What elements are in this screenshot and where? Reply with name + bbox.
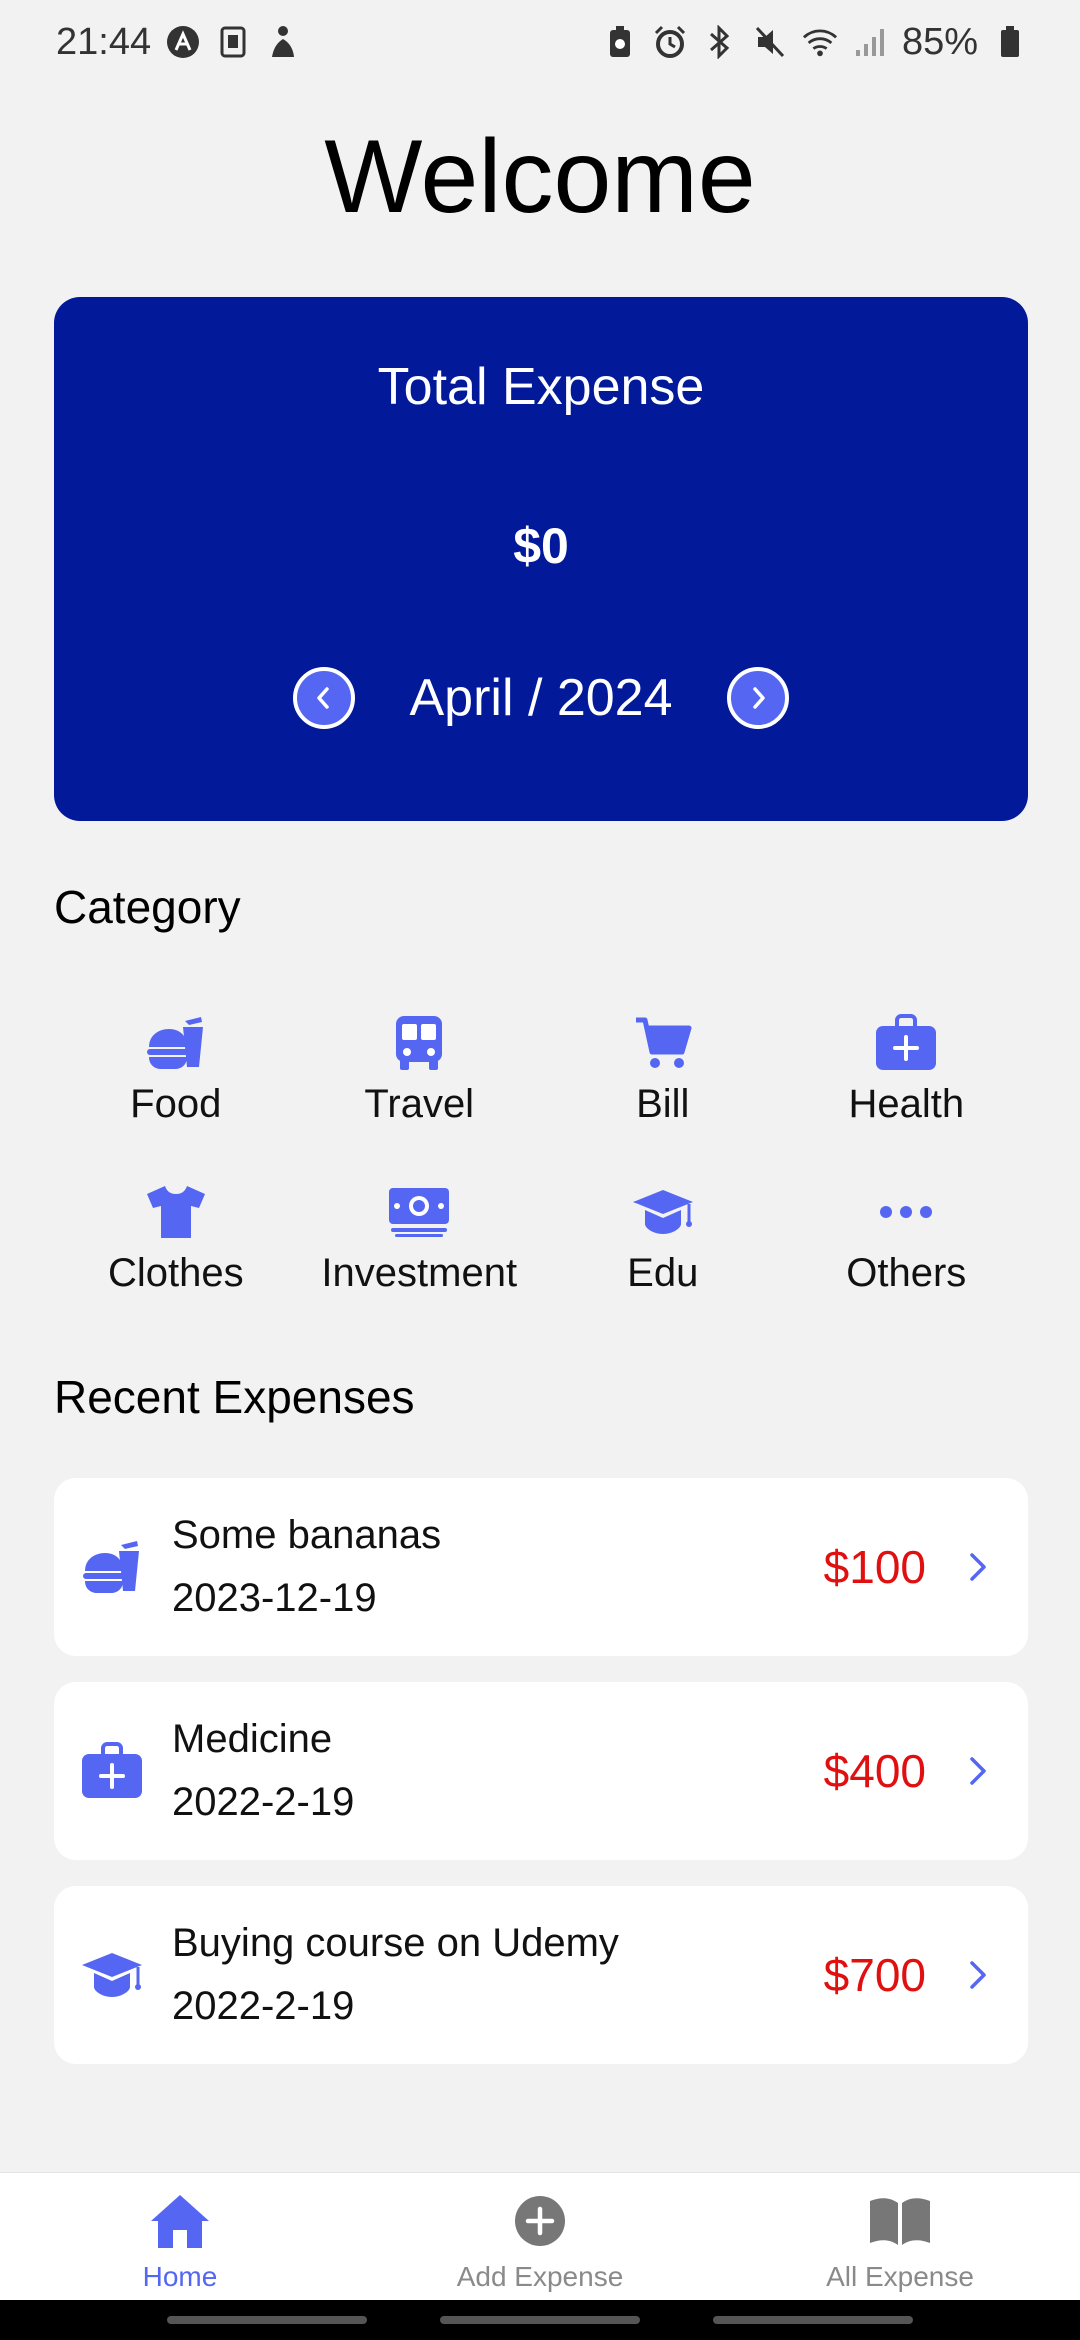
page-title: Welcome	[324, 119, 756, 235]
month-selector: April / 2024	[54, 667, 1028, 729]
expense-text: Some bananas 2023-12-19	[172, 1513, 824, 1621]
signal-icon	[852, 24, 888, 60]
category-label: Bill	[636, 1082, 690, 1126]
recent-expenses-title: Recent Expenses	[54, 1371, 415, 1423]
autopilot-icon	[165, 24, 201, 60]
category-label: Investment	[321, 1251, 518, 1295]
category-travel[interactable]: Travel	[298, 1010, 542, 1127]
bottom-navigation: Home Add Expense All Expense	[0, 2172, 1080, 2300]
category-bill[interactable]: Bill	[541, 1010, 785, 1127]
nav-all-expense[interactable]: All Expense	[720, 2173, 1080, 2300]
chevron-right-icon	[964, 1547, 992, 1587]
status-time: 21:44	[56, 20, 152, 63]
category-grid: Food Travel Bill Health Clothes Investme…	[54, 1010, 1028, 1296]
expense-amount: $400	[823, 1745, 926, 1797]
status-bar-right: 85%	[602, 21, 1028, 64]
bus-icon	[386, 1010, 452, 1076]
money-icon	[386, 1179, 452, 1245]
gesture-pill[interactable]	[439, 2316, 640, 2324]
expense-date: 2023-12-19	[172, 1576, 377, 1620]
total-expense-card: Total Expense $0 April / 2024	[54, 297, 1028, 821]
category-title: Category	[54, 881, 241, 933]
shirt-icon	[143, 1179, 209, 1245]
category-label: Others	[846, 1251, 967, 1295]
food-icon	[143, 1010, 209, 1076]
sim-card-icon	[215, 24, 251, 60]
battery-icon	[992, 24, 1028, 60]
medical-kit-icon	[80, 1739, 144, 1803]
nav-label: All Expense	[826, 2261, 974, 2292]
medical-kit-icon	[873, 1010, 939, 1076]
chevron-right-icon	[964, 1955, 992, 1995]
bluetooth-icon	[702, 24, 738, 60]
category-label: Clothes	[107, 1251, 244, 1295]
graduation-cap-icon	[80, 1943, 144, 2007]
battery-percent: 85%	[901, 20, 978, 63]
nav-label: Home	[142, 2261, 218, 2292]
nav-label: Add Expense	[456, 2261, 624, 2292]
add-circle-icon	[508, 2189, 572, 2253]
gesture-pill[interactable]	[166, 2316, 367, 2324]
home-icon	[148, 2189, 212, 2253]
status-bar-left: 21:44	[56, 21, 301, 64]
mute-icon	[752, 24, 788, 60]
expense-amount: $700	[823, 1949, 926, 2001]
month-label: April / 2024	[409, 669, 673, 727]
expense-date: 2022-2-19	[172, 1984, 355, 2028]
nav-home[interactable]: Home	[0, 2173, 360, 2300]
category-investment[interactable]: Investment	[298, 1179, 542, 1296]
status-bar: 21:44 85%	[0, 0, 1080, 84]
chevron-right-icon	[752, 687, 765, 709]
next-month-button[interactable]	[726, 667, 789, 729]
more-dots-icon	[873, 1179, 939, 1245]
accessibility-icon	[265, 24, 301, 60]
category-food[interactable]: Food	[54, 1010, 298, 1127]
wifi-icon	[802, 24, 838, 60]
category-others[interactable]: Others	[785, 1179, 1029, 1296]
nav-add-expense[interactable]: Add Expense	[360, 2173, 720, 2300]
gesture-bar	[0, 2300, 1080, 2340]
category-label: Travel	[364, 1082, 475, 1126]
expense-item[interactable]: Buying course on Udemy 2022-2-19 $700	[54, 1886, 1028, 2064]
food-icon	[80, 1535, 144, 1599]
expense-text: Buying course on Udemy 2022-2-19	[172, 1921, 824, 2029]
category-edu[interactable]: Edu	[541, 1179, 785, 1296]
alarm-icon	[652, 24, 688, 60]
expense-name: Buying course on Udemy	[172, 1921, 619, 1965]
cart-icon	[630, 1010, 696, 1076]
gesture-pill[interactable]	[713, 2316, 914, 2324]
expense-date: 2022-2-19	[172, 1780, 355, 1824]
category-health[interactable]: Health	[785, 1010, 1029, 1127]
category-label: Edu	[627, 1251, 699, 1295]
expense-text: Medicine 2022-2-19	[172, 1717, 824, 1825]
chevron-right-icon	[964, 1751, 992, 1791]
previous-month-button[interactable]	[293, 667, 356, 729]
expense-name: Some bananas	[172, 1513, 442, 1557]
chevron-left-icon	[317, 687, 330, 709]
total-expense-amount: $0	[513, 518, 569, 574]
category-label: Food	[130, 1082, 222, 1126]
battery-saver-icon	[602, 24, 638, 60]
total-expense-title: Total Expense	[377, 358, 705, 416]
expense-item[interactable]: Some bananas 2023-12-19 $100	[54, 1478, 1028, 1656]
graduation-cap-icon	[630, 1179, 696, 1245]
book-icon	[868, 2189, 932, 2253]
expense-item[interactable]: Medicine 2022-2-19 $400	[54, 1682, 1028, 1860]
expense-home-screen: 21:44 85% Welcome Total Expense $0 April…	[0, 0, 1080, 2340]
expense-amount: $100	[823, 1541, 926, 1593]
expense-name: Medicine	[172, 1717, 333, 1761]
category-label: Health	[848, 1082, 965, 1126]
category-clothes[interactable]: Clothes	[54, 1179, 298, 1296]
